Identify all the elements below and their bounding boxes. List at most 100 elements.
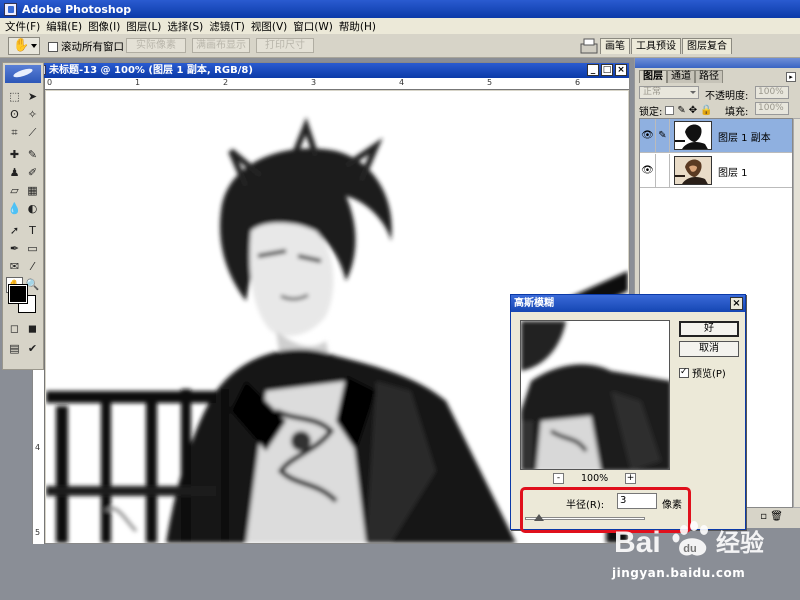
lock-pixels-icon[interactable]: ✎	[677, 105, 685, 116]
tab-layers[interactable]: 图层	[639, 70, 667, 83]
zoom-in-button[interactable]: +	[625, 473, 636, 484]
path-select-icon[interactable]: ➚	[6, 223, 23, 239]
ruler-label: 5	[487, 78, 493, 87]
fill-label: 填充:	[725, 107, 749, 118]
jump-to-imageready-icon[interactable]: ✔	[24, 341, 41, 357]
pen-tool-icon[interactable]: ✒	[6, 241, 23, 257]
preview-checkbox[interactable]: 预览(P)	[679, 365, 726, 380]
maximize-button[interactable]: □	[601, 64, 613, 76]
menu-file[interactable]: 文件(F)	[2, 19, 43, 34]
adobe-feather-icon[interactable]	[5, 65, 41, 83]
close-button[interactable]: ×	[615, 64, 627, 76]
menu-help[interactable]: 帮助(H)	[336, 19, 379, 34]
ok-button[interactable]: 好	[679, 321, 739, 337]
menu-view[interactable]: 视图(V)	[248, 19, 290, 34]
checkbox-box	[679, 367, 689, 378]
ruler-label: 0	[47, 78, 53, 87]
hand-tool-icon: ✋	[13, 38, 30, 53]
palette-well-tabs: 画笔 工具预设 图层复合	[600, 38, 733, 54]
app-titlebar: Adobe Photoshop	[0, 0, 800, 18]
panel-tabs: 图层 通道 路径	[639, 70, 723, 83]
foreground-color-swatch[interactable]	[8, 284, 28, 304]
actual-pixels-button[interactable]: 实际像素	[126, 38, 186, 53]
eraser-tool-icon[interactable]: ▱	[6, 183, 23, 199]
panel-titlebar[interactable]	[635, 58, 800, 68]
brush-tool-icon[interactable]: ✎	[24, 147, 41, 163]
slice-tool-icon[interactable]: ⟋	[24, 125, 41, 141]
ruler-label: 5	[35, 528, 41, 537]
clone-stamp-icon[interactable]: ♟	[6, 165, 23, 181]
ruler-label: 4	[35, 443, 41, 452]
magic-wand-icon[interactable]: ✧	[24, 107, 41, 123]
lock-row: 锁定: ✎ ✥ 🔒	[639, 103, 713, 118]
blend-mode-select[interactable]: 正常	[639, 86, 699, 99]
history-brush-icon[interactable]: ✐	[24, 165, 41, 181]
preview-label: 预览(P)	[692, 369, 726, 380]
fill-field[interactable]: 100%	[755, 102, 789, 115]
menu-select[interactable]: 选择(S)	[164, 19, 206, 34]
baidu-jingyan-logo: Bai du 经验	[614, 521, 764, 559]
photoshop-logo-icon	[4, 2, 17, 16]
minimize-button[interactable]: _	[587, 64, 599, 76]
eye-icon[interactable]: 👁	[640, 154, 656, 187]
shape-tool-icon[interactable]: ▭	[24, 241, 41, 257]
menu-edit[interactable]: 编辑(E)	[43, 19, 85, 34]
marquee-tool-icon[interactable]: ⬚	[6, 89, 23, 105]
scroll-all-windows-checkbox[interactable]: 滚动所有窗口	[48, 39, 124, 54]
tool-preset-picker[interactable]: ✋	[8, 37, 40, 55]
tab-channels[interactable]: 通道	[667, 70, 695, 83]
lasso-tool-icon[interactable]: ʘ	[6, 107, 23, 123]
lock-all-icon[interactable]: 🔒	[700, 105, 712, 116]
tab-layer-comps[interactable]: 图层复合	[682, 38, 732, 54]
cancel-button[interactable]: 取消	[679, 341, 739, 357]
panel-menu-icon[interactable]: ▸	[786, 72, 796, 82]
eyedropper-icon[interactable]: ⁄	[24, 259, 41, 275]
blur-tool-icon[interactable]: 💧	[6, 201, 23, 217]
ruler-label: 4	[399, 78, 405, 87]
document-title: 未标题-13 @ 100% (图层 1 副本, RGB/8)	[49, 65, 253, 76]
screen-mode-icon[interactable]: ▤	[6, 341, 23, 357]
notes-tool-icon[interactable]: ✉	[6, 259, 23, 275]
layer-thumbnail	[674, 156, 712, 185]
menu-image[interactable]: 图像(I)	[85, 19, 123, 34]
dialog-titlebar[interactable]: 高斯模糊 ×	[511, 295, 745, 312]
ruler-label: 6	[575, 78, 581, 87]
menu-layer[interactable]: 图层(L)	[123, 19, 164, 34]
lock-transparency-icon[interactable]	[665, 106, 675, 115]
opacity-field[interactable]: 100%	[755, 86, 789, 99]
move-tool-icon[interactable]: ➤	[24, 89, 41, 105]
svg-text:经验: 经验	[716, 529, 764, 557]
fit-screen-button[interactable]: 满画布显示	[192, 38, 250, 53]
palette-well-icon[interactable]	[580, 38, 598, 54]
brush-icon: ✎	[656, 119, 670, 152]
layers-scrollbar[interactable]	[793, 118, 800, 508]
dodge-tool-icon[interactable]: ◐	[24, 201, 41, 217]
type-tool-icon[interactable]: T	[24, 223, 41, 239]
gradient-tool-icon[interactable]: ▦	[24, 183, 41, 199]
svg-text:du: du	[683, 543, 696, 555]
layer-row[interactable]: 👁 ✎ 图层 1 副本	[640, 119, 792, 153]
lock-position-icon[interactable]: ✥	[689, 105, 697, 116]
tab-tool-presets[interactable]: 工具预设	[631, 38, 681, 54]
standard-mode-icon[interactable]: ◻	[6, 321, 23, 337]
eye-icon[interactable]: 👁	[640, 119, 656, 152]
ruler-label: 1	[135, 78, 141, 87]
healing-brush-icon[interactable]: ✚	[6, 147, 23, 163]
crop-tool-icon[interactable]: ⌗	[6, 125, 23, 141]
menu-filter[interactable]: 滤镜(T)	[206, 19, 248, 34]
opacity-label: 不透明度:	[705, 91, 749, 102]
horizontal-ruler[interactable]: 0 1 2 3 4 5 6	[45, 78, 629, 90]
ruler-label: 3	[311, 78, 317, 87]
blur-preview[interactable]	[520, 320, 670, 470]
layer-row[interactable]: 👁 图层 1	[640, 154, 792, 188]
watermark-url: jingyan.baidu.com	[612, 566, 746, 580]
tab-brushes[interactable]: 画笔	[600, 38, 630, 54]
quick-mask-icon[interactable]: ◼	[24, 321, 41, 337]
print-size-button[interactable]: 打印尺寸	[256, 38, 314, 53]
tab-paths[interactable]: 路径	[695, 70, 723, 83]
menu-window[interactable]: 窗口(W)	[290, 19, 336, 34]
lock-label: 锁定:	[639, 107, 663, 118]
zoom-out-button[interactable]: -	[553, 473, 564, 484]
close-icon[interactable]: ×	[730, 297, 743, 310]
brush-icon	[656, 154, 670, 187]
